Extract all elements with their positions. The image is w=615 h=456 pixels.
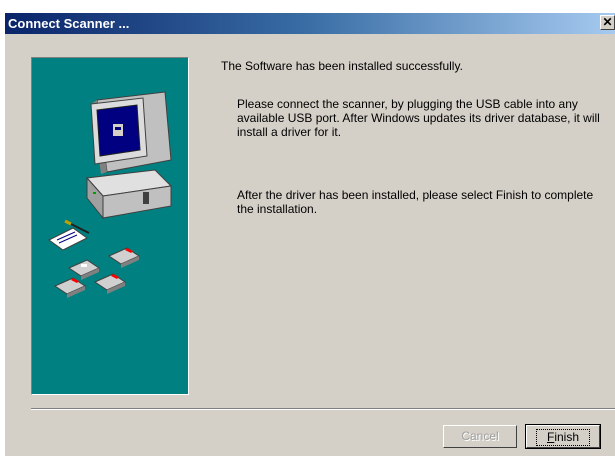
success-message: The Software has been installed successf… (221, 59, 463, 73)
titlebar[interactable]: Connect Scanner ... ✕ (5, 13, 615, 34)
computer-with-disks-illustration (48, 91, 173, 298)
connect-instructions: Please connect the scanner, by plugging … (237, 97, 600, 139)
finish-instructions: After the driver has been installed, ple… (237, 188, 594, 216)
finish-button[interactable]: Finish (526, 425, 600, 448)
button-separator (31, 408, 615, 410)
finish-button-label: Finish (546, 430, 580, 444)
close-icon: ✕ (602, 15, 613, 29)
side-panel (31, 57, 189, 395)
cancel-button[interactable]: Cancel (443, 425, 517, 448)
dialog-window: Connect Scanner ... ✕ The Software has b… (5, 13, 615, 456)
window-title: Connect Scanner ... (8, 16, 130, 31)
close-button[interactable]: ✕ (600, 15, 615, 30)
